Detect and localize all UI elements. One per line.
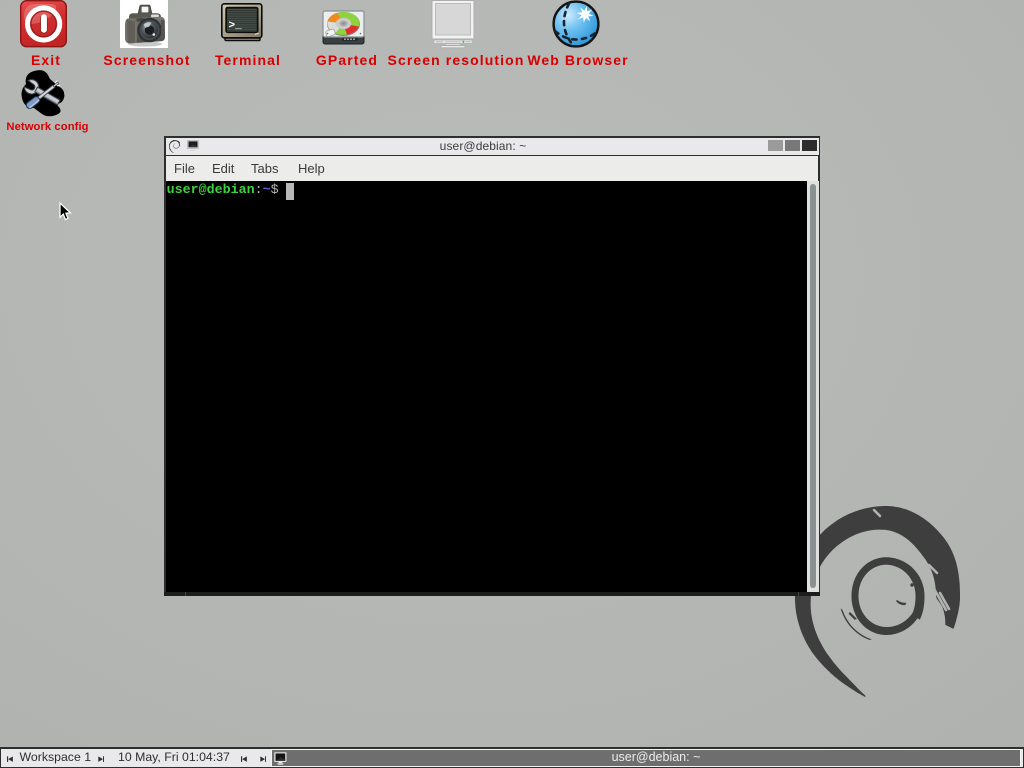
svg-text:>_: >_: [229, 20, 243, 32]
